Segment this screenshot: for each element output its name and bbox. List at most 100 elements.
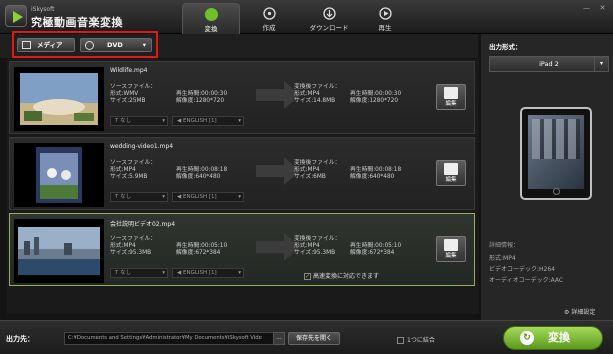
gear-icon: ⚙ (564, 309, 570, 316)
chevron-down-icon: ▾ (162, 194, 165, 200)
output-size: サイズ:14.8MB (294, 98, 336, 104)
format-value: iPad 2 (539, 60, 559, 68)
audio-select[interactable]: ◀ ENGLISH [1] ▾ (172, 192, 244, 202)
file-name: wedding-video1.mp4 (110, 143, 174, 150)
browse-button[interactable]: ... (273, 332, 285, 345)
output-resolution: 解像度:672*384 (350, 250, 395, 256)
fast-convert-checkbox[interactable]: ✓ 高速変換に対応できます (304, 271, 379, 280)
output-format: 形式:MP4 (294, 167, 320, 173)
source-duration: 再生時間:00:08:18 (176, 167, 228, 173)
subtitle-select[interactable]: T なし ▾ (110, 116, 168, 126)
output-panel: 出力形式： iPad 2 ▾ 詳細情報： 形式:MP4 ビデオコーデック:H26… (481, 34, 613, 320)
source-size: サイズ:95.3MB (110, 250, 152, 256)
merge-checkbox[interactable]: 1つに結合 (397, 335, 435, 344)
edit-icon (444, 87, 458, 99)
output-resolution: 解像度:1280*720 (350, 98, 399, 104)
video-thumbnail[interactable] (14, 219, 104, 283)
output-format-label: 出力形式： (489, 43, 522, 51)
details-section: 詳細情報： 形式:MP4 ビデオコーデック:H264 オーディオコーデック:AA… (489, 240, 563, 286)
subtitle-value: なし (120, 194, 132, 200)
tab-download[interactable]: ダウンロード (296, 3, 362, 34)
audio-select[interactable]: ◀ ENGLISH [1] ▾ (172, 268, 244, 278)
output-label: 変換後ファイル： (294, 160, 341, 166)
edit-button[interactable]: 編集 (436, 236, 466, 262)
source-info: ソースファイル： 形式:MP4 サイズ:5.9MB (110, 160, 156, 181)
source-details: 再生時間:00:08:18 解像度:640*480 (176, 167, 227, 181)
title-bar: iSkysoft 究極動画音楽変換 変換 作成 ダウンロード 再生 — ✕ (0, 0, 613, 34)
output-format: 形式:MP4 (294, 91, 320, 97)
output-size: サイズ:6MB (294, 174, 326, 180)
tab-play[interactable]: 再生 (356, 3, 414, 34)
audio-value: ENGLISH [1] (182, 194, 217, 200)
subtitle-value: なし (120, 118, 132, 124)
audio-value: ENGLISH [1] (182, 270, 217, 276)
open-folder-button[interactable]: 保存先を開く (288, 332, 340, 345)
source-format: 形式:WMV (110, 91, 139, 97)
source-duration: 再生時間:00:00:30 (176, 91, 228, 97)
source-details: 再生時間:00:00:30 解像度:1280*720 (176, 91, 227, 105)
output-label: 変換後ファイル： (294, 84, 341, 90)
minimize-button[interactable]: — (580, 3, 593, 13)
disc-icon (262, 7, 276, 20)
list-item[interactable]: Wildlife.mp4 ソースファイル： 形式:WMV サイズ:25MB 再生… (9, 61, 475, 134)
edit-label: 編集 (445, 177, 457, 183)
refresh-icon: ↻ (520, 331, 534, 345)
output-details: 再生時間:00:05:10 解像度:672*384 (350, 243, 401, 257)
chevron-down-icon: ▾ (162, 270, 165, 276)
app-title: 究極動画音楽変換 (31, 16, 123, 29)
detail-audio-codec: オーディオコーデック:AAC (489, 277, 564, 284)
subtitle-select[interactable]: T なし ▾ (110, 268, 168, 278)
checkbox-icon (397, 337, 404, 344)
subtitle-select[interactable]: T なし ▾ (110, 192, 168, 202)
device-preview (520, 107, 592, 200)
play-icon (378, 7, 392, 20)
video-thumbnail[interactable] (14, 143, 104, 207)
list-item[interactable]: wedding-video1.mp4 ソースファイル： 形式:MP4 サイズ:5… (9, 137, 475, 210)
convert-button[interactable]: ↻ 変換 (503, 326, 603, 350)
audio-select[interactable]: ◀ ENGLISH [1] ▾ (172, 116, 244, 126)
output-format-select[interactable]: iPad 2 ▾ (489, 56, 609, 72)
advanced-settings-link[interactable]: ⚙ 詳細設定 (564, 307, 595, 316)
advanced-label: 詳細設定 (571, 309, 596, 316)
edit-button[interactable]: 編集 (436, 160, 466, 186)
output-info: 変換後ファイル： 形式:MP4 サイズ:95.3MB (294, 236, 340, 257)
audio-value: ENGLISH [1] (182, 118, 217, 124)
close-button[interactable]: ✕ (596, 3, 609, 13)
chevron-down-icon: ▾ (238, 194, 241, 200)
convert-icon (204, 8, 218, 21)
detail-video-codec: ビデオコーデック:H264 (489, 266, 555, 273)
tab-label: 作成 (262, 24, 276, 32)
tab-label: ダウンロード (309, 24, 349, 32)
source-format: 形式:MP4 (110, 243, 136, 249)
video-thumbnail[interactable] (14, 67, 104, 131)
edit-button[interactable]: 編集 (436, 84, 466, 110)
output-dir-label: 出力先： (6, 335, 34, 343)
edit-icon (444, 239, 458, 251)
source-duration: 再生時間:00:05:10 (176, 243, 228, 249)
convert-label: 変換 (548, 331, 570, 344)
source-size: サイズ:5.9MB (110, 174, 148, 180)
source-details: 再生時間:00:05:10 解像度:672*384 (176, 243, 227, 257)
output-label: 変換後ファイル： (294, 236, 341, 242)
chevron-down-icon: ▾ (238, 270, 241, 276)
download-icon (322, 7, 336, 20)
tab-label: 再生 (378, 24, 392, 32)
bottom-bar: 出力先： C:¥Documents and Settings¥Administr… (0, 320, 613, 354)
chevron-down-icon: ▾ (238, 118, 241, 124)
source-label: ソースファイル： (110, 236, 157, 242)
source-size: サイズ:25MB (110, 98, 146, 104)
edit-label: 編集 (445, 253, 457, 259)
tab-create[interactable]: 作成 (240, 3, 298, 34)
tab-convert[interactable]: 変換 (182, 3, 240, 34)
subtitle-value: なし (120, 270, 132, 276)
output-path-field[interactable]: C:¥Documents and Settings¥Administrator¥… (64, 332, 280, 345)
edit-label: 編集 (445, 101, 457, 107)
file-name: Wildlife.mp4 (110, 67, 148, 74)
list-item[interactable]: 会社説明ビデオ02.mp4 ソースファイル： 形式:MP4 サイズ:95.3MB… (9, 213, 475, 286)
detail-format: 形式:MP4 (489, 255, 516, 262)
source-format: 形式:MP4 (110, 167, 136, 173)
checkmark-icon: ✓ (304, 273, 311, 280)
output-details: 再生時間:00:08:18 解像度:640*480 (350, 167, 401, 181)
source-label: ソースファイル： (110, 84, 157, 90)
output-details: 再生時間:00:00:30 解像度:1280*720 (350, 91, 401, 105)
